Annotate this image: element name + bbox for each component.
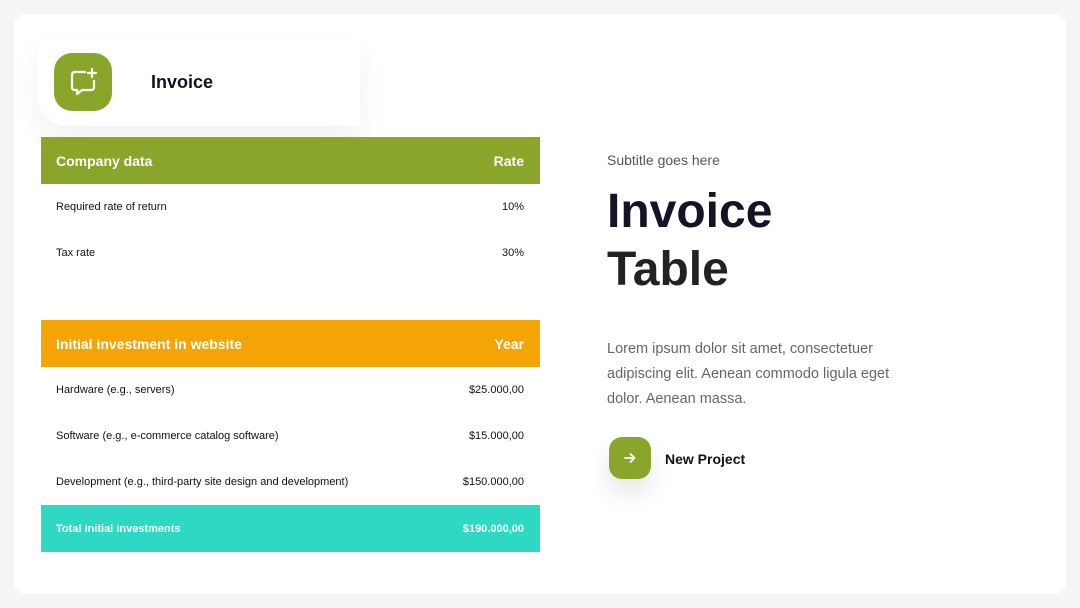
company-data-table: Company data Rate Required rate of retur… bbox=[41, 137, 540, 276]
investment-header-label: Initial investment in website bbox=[56, 335, 242, 352]
investment-table-header: Initial investment in website Year bbox=[41, 320, 540, 367]
arrow-right-icon bbox=[624, 453, 636, 463]
table-row: Software (e.g., e-commerce catalog softw… bbox=[41, 413, 540, 459]
row-value: 30% bbox=[501, 247, 524, 259]
table-row: Hardware (e.g., servers) $25.000,00 bbox=[41, 367, 540, 413]
company-header-label: Company data bbox=[56, 152, 153, 169]
header-title: Invoice bbox=[151, 72, 214, 92]
title-line-2: Table bbox=[607, 243, 729, 296]
row-value: $25.000,00 bbox=[468, 384, 524, 396]
title-line-1: Invoice bbox=[607, 185, 773, 238]
total-label: Total initial investments bbox=[56, 522, 181, 535]
page-title: Invoice Table bbox=[607, 183, 772, 299]
new-project-button[interactable] bbox=[609, 437, 651, 479]
row-label: Tax rate bbox=[56, 247, 96, 259]
total-row: Total initial investments $190.000,00 bbox=[41, 505, 540, 552]
row-label: Software (e.g., e-commerce catalog softw… bbox=[56, 430, 279, 442]
investment-header-value: Year bbox=[494, 335, 524, 352]
company-table-header: Company data Rate bbox=[41, 137, 540, 184]
subtitle: Subtitle goes here bbox=[607, 152, 720, 168]
row-label: Hardware (e.g., servers) bbox=[56, 384, 175, 396]
table-row: Required rate of return 10% bbox=[41, 184, 540, 230]
body-text: Lorem ipsum dolor sit amet, consectetuer… bbox=[607, 341, 890, 407]
total-value: $190.000,00 bbox=[462, 522, 524, 535]
row-value: $150.000,00 bbox=[462, 476, 524, 488]
investment-table: Initial investment in website Year Hardw… bbox=[41, 320, 540, 552]
company-header-value: Rate bbox=[493, 152, 524, 169]
row-label: Development (e.g., third-party site desi… bbox=[56, 476, 349, 488]
table-row: Development (e.g., third-party site desi… bbox=[41, 459, 540, 505]
row-value: $15.000,00 bbox=[468, 430, 524, 442]
table-row: Tax rate 30% bbox=[41, 230, 540, 276]
chat-add-icon bbox=[54, 53, 112, 111]
new-project-label[interactable]: New Project bbox=[665, 451, 745, 467]
row-value: 10% bbox=[501, 201, 524, 213]
row-label: Required rate of return bbox=[56, 201, 167, 213]
